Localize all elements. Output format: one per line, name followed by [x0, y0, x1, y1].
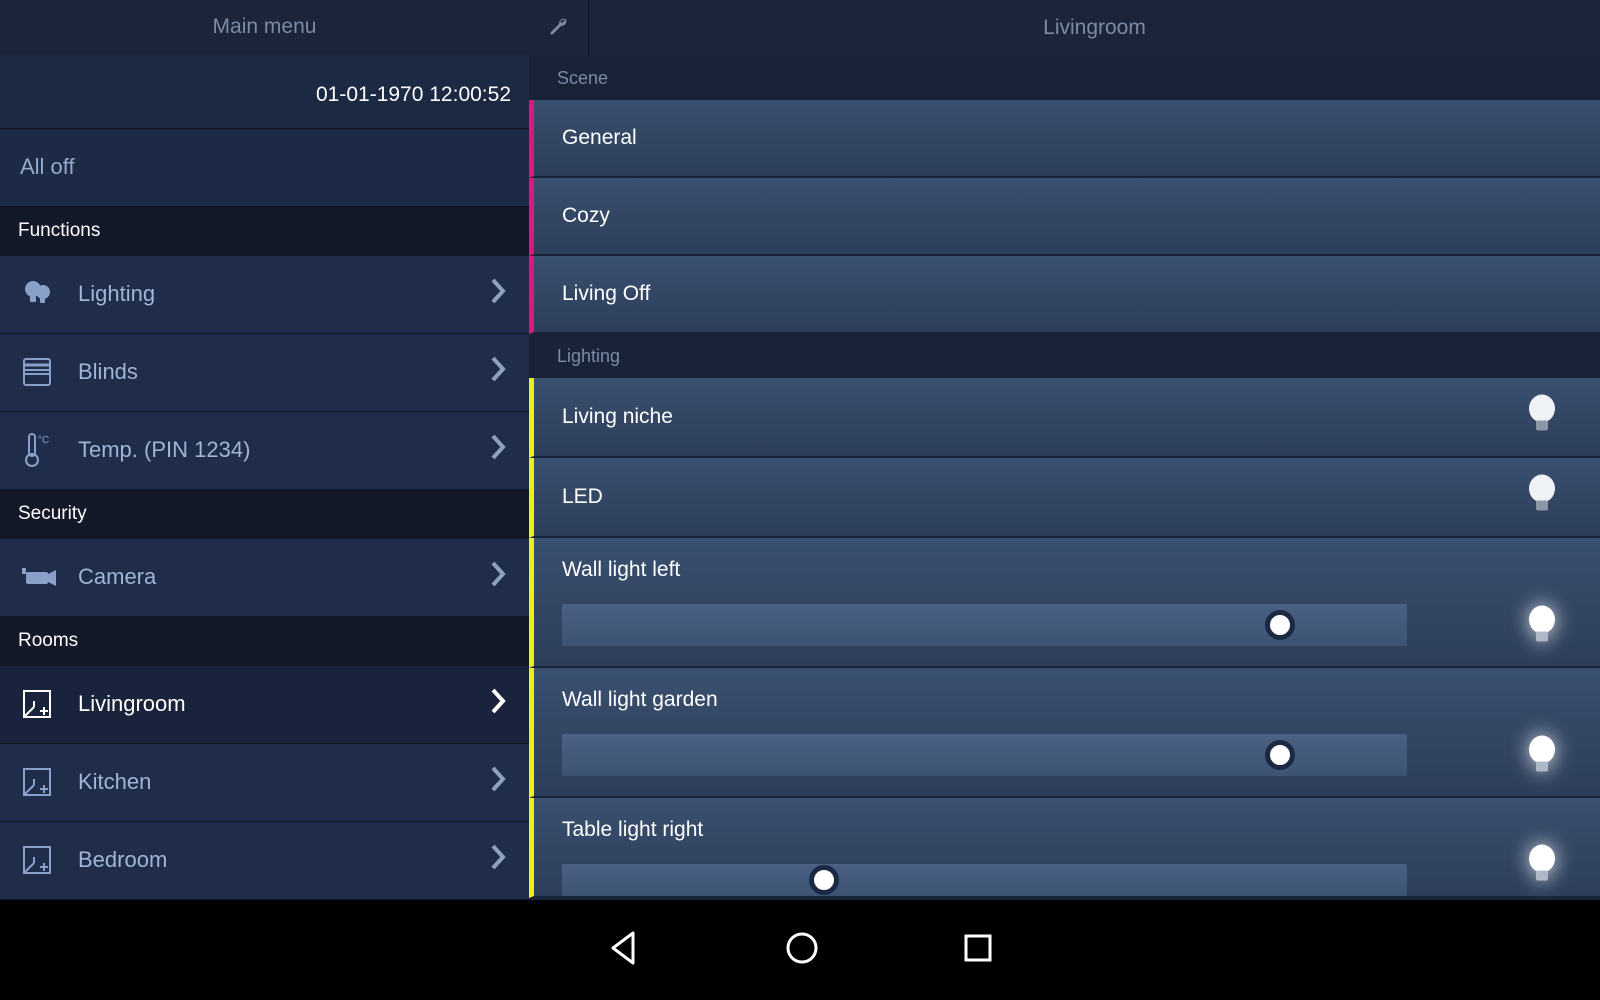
sidebar-item-label: Bedroom: [70, 847, 489, 873]
sidebar-item-label: Camera: [70, 564, 489, 590]
chevron-right-icon: [489, 559, 509, 595]
slider-thumb[interactable]: [809, 865, 839, 895]
scene-cozy[interactable]: Cozy: [529, 178, 1600, 256]
sidebar-item-label: Livingroom: [70, 691, 489, 717]
chevron-right-icon: [489, 432, 509, 468]
bulb-icon[interactable]: [1524, 733, 1560, 782]
sidebar: Main menu 01-01-1970 12:00:52 All off Fu…: [0, 0, 529, 900]
all-off-button[interactable]: All off: [0, 129, 529, 207]
nav-back-button[interactable]: [605, 929, 643, 972]
main-panel: Livingroom Scene General Cozy Living Off…: [529, 0, 1600, 900]
wrench-icon: [546, 13, 572, 44]
camera-icon: [20, 562, 70, 592]
bulb-icon[interactable]: [1524, 603, 1560, 652]
room-icon: [20, 843, 70, 877]
light-label: Table light right: [562, 818, 1572, 842]
light-wall-garden[interactable]: Wall light garden: [529, 668, 1600, 798]
section-security: Security: [0, 490, 529, 539]
slider-thumb[interactable]: [1265, 610, 1295, 640]
thermometer-icon: °C: [20, 430, 70, 470]
section-functions: Functions: [0, 207, 529, 256]
sidebar-item-label: Lighting: [70, 281, 489, 307]
light-label: Living niche: [562, 405, 1572, 429]
blinds-icon: [20, 355, 70, 389]
settings-button[interactable]: [529, 0, 589, 56]
bulbs-icon: [20, 276, 70, 312]
sidebar-item-temperature[interactable]: °C Temp. (PIN 1234): [0, 412, 529, 490]
scene-label: Living Off: [562, 282, 650, 306]
sidebar-item-bedroom[interactable]: Bedroom: [0, 822, 529, 900]
light-label: Wall light garden: [562, 688, 1572, 712]
scene-living-off[interactable]: Living Off: [529, 256, 1600, 334]
light-slider[interactable]: [562, 604, 1407, 646]
sidebar-item-label: Blinds: [70, 359, 489, 385]
bulb-icon[interactable]: [1524, 842, 1560, 891]
chevron-right-icon: [489, 276, 509, 312]
light-table-right[interactable]: Table light right: [529, 798, 1600, 898]
sidebar-item-label: Kitchen: [70, 769, 489, 795]
sidebar-item-camera[interactable]: Camera: [0, 539, 529, 617]
datetime: 01-01-1970 12:00:52: [0, 55, 529, 129]
chevron-right-icon: [489, 842, 509, 878]
chevron-right-icon: [489, 686, 509, 722]
scene-label: Cozy: [562, 204, 610, 228]
room-icon: [20, 687, 70, 721]
bulb-icon[interactable]: [1524, 393, 1560, 442]
main-title: Livingroom: [589, 16, 1600, 40]
bulb-icon[interactable]: [1524, 473, 1560, 522]
sidebar-item-lighting[interactable]: Lighting: [0, 256, 529, 334]
light-led[interactable]: LED: [529, 458, 1600, 538]
android-navbar: [0, 900, 1600, 1000]
chevron-right-icon: [489, 764, 509, 800]
group-lighting: Lighting: [529, 334, 1600, 378]
section-rooms: Rooms: [0, 617, 529, 666]
sidebar-item-kitchen[interactable]: Kitchen: [0, 744, 529, 822]
nav-home-button[interactable]: [783, 929, 821, 972]
sidebar-item-livingroom[interactable]: Livingroom: [0, 666, 529, 744]
light-slider[interactable]: [562, 864, 1407, 896]
chevron-right-icon: [489, 354, 509, 390]
light-slider[interactable]: [562, 734, 1407, 776]
nav-recents-button[interactable]: [961, 931, 995, 970]
sidebar-item-blinds[interactable]: Blinds: [0, 334, 529, 412]
slider-thumb[interactable]: [1265, 740, 1295, 770]
light-label: Wall light left: [562, 558, 1572, 582]
scene-general[interactable]: General: [529, 100, 1600, 178]
light-label: LED: [562, 485, 1572, 509]
sidebar-title: Main menu: [0, 0, 529, 55]
room-icon: [20, 765, 70, 799]
main-header: Livingroom: [529, 0, 1600, 56]
sidebar-item-label: Temp. (PIN 1234): [70, 437, 489, 463]
scene-label: General: [562, 126, 637, 150]
light-living-niche[interactable]: Living niche: [529, 378, 1600, 458]
svg-text:°C: °C: [38, 435, 49, 446]
light-wall-left[interactable]: Wall light left: [529, 538, 1600, 668]
group-scene: Scene: [529, 56, 1600, 100]
